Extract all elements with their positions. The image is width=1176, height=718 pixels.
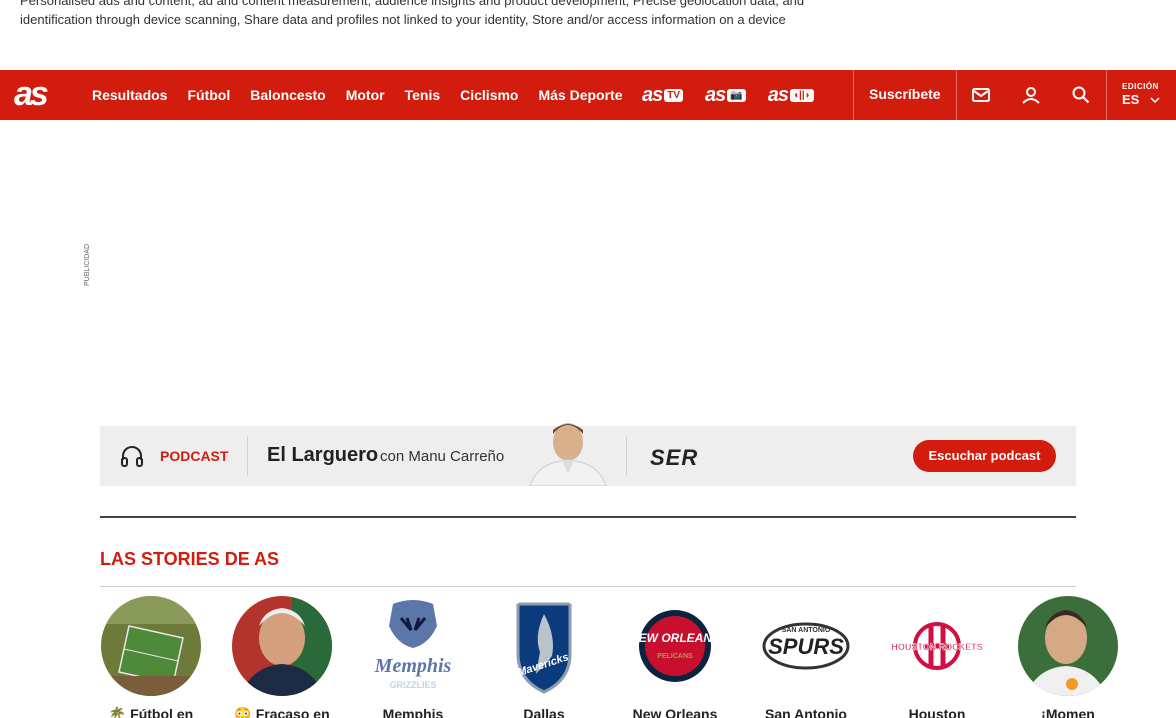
- story-label: ¡Momen: [1041, 706, 1095, 718]
- consent-text: Personalised ads and content, ad and con…: [20, 0, 805, 27]
- svg-text:NEW ORLEANS: NEW ORLEANS: [630, 631, 720, 645]
- nav-link-mas-deporte[interactable]: Más Deporte: [538, 87, 622, 103]
- host-photo: [520, 418, 612, 486]
- story-thumbnail: [1018, 596, 1118, 696]
- houston-logo-icon: HOUSTON ROCKETS: [887, 596, 987, 696]
- story-thumbnail: [101, 596, 201, 696]
- svg-text:HOUSTON ROCKETS: HOUSTON ROCKETS: [891, 642, 982, 652]
- svg-text:Memphis: Memphis: [374, 655, 452, 677]
- svg-text:as: as: [14, 79, 48, 111]
- consent-banner: Personalised ads and content, ad and con…: [0, 0, 1176, 70]
- story-thumbnail: [232, 596, 332, 696]
- chevron-down-icon: [1150, 97, 1160, 104]
- podcast-title: El Larguero: [267, 444, 379, 466]
- nav-link-baloncesto[interactable]: Baloncesto: [250, 87, 325, 103]
- nav-divider: [1106, 70, 1107, 120]
- listen-podcast-button[interactable]: Escuchar podcast: [913, 440, 1056, 472]
- nav-link-resultados[interactable]: Resultados: [92, 87, 167, 103]
- story-item[interactable]: NEW ORLEANS PELICANS New Orleans: [624, 596, 726, 718]
- nav-divider: [853, 70, 854, 120]
- svg-text:SAN ANTONIO: SAN ANTONIO: [782, 627, 831, 634]
- nav-link-tenis[interactable]: Tenis: [405, 87, 441, 103]
- audio-icon: ◖||◗: [789, 88, 814, 102]
- stories-title: LAS STORIES DE AS: [100, 549, 280, 569]
- as-photo-logo[interactable]: as 📷: [705, 84, 746, 107]
- user-icon[interactable]: [1019, 83, 1043, 107]
- mail-icon[interactable]: [969, 83, 993, 107]
- story-label: Dallas: [523, 706, 565, 718]
- story-label: 🌴 Fútbol en: [108, 706, 194, 718]
- memphis-logo-icon: Memphis GRIZZLIES: [363, 596, 463, 696]
- as-logo[interactable]: as: [14, 75, 64, 113]
- nav-links: Resultados Fútbol Baloncesto Motor Tenis…: [92, 70, 643, 120]
- story-item[interactable]: 🌴 Fútbol en: [100, 596, 202, 718]
- story-item[interactable]: SAN ANTONIO SPURS San Antonio: [755, 596, 857, 718]
- stories-carousel: 🌴 Fútbol en 😳 Fracaso en Memphis GRIZZLIE…: [100, 596, 1176, 718]
- podcast-host: con Manu Carreño: [380, 448, 505, 465]
- camera-icon: 📷: [727, 88, 746, 102]
- search-icon[interactable]: [1069, 83, 1093, 107]
- nav-link-ciclismo[interactable]: Ciclismo: [460, 87, 518, 103]
- story-item[interactable]: Mavericks Dallas: [493, 596, 595, 718]
- story-item[interactable]: Memphis GRIZZLIES Memphis: [362, 596, 464, 718]
- section-divider: [100, 586, 1076, 587]
- podcast-divider: [626, 436, 627, 476]
- story-label: San Antonio: [765, 706, 847, 718]
- nav-link-motor[interactable]: Motor: [346, 87, 385, 103]
- nav-link-futbol[interactable]: Fútbol: [187, 87, 230, 103]
- dallas-logo-icon: Mavericks: [494, 596, 594, 696]
- svg-text:SPURS: SPURS: [768, 634, 844, 659]
- podcast-banner[interactable]: PODCAST El Larguero con Manu Carreño SER…: [100, 423, 1076, 486]
- edition-selector[interactable]: EDICIÓN ES: [1122, 82, 1161, 107]
- story-label: Memphis: [382, 706, 444, 718]
- svg-text:GRIZZLIES: GRIZZLIES: [390, 680, 437, 690]
- podcast-divider: [247, 436, 248, 476]
- ad-label: PUBLICIDAD: [84, 244, 91, 287]
- story-label: Houston: [908, 706, 966, 718]
- ser-logo: SER: [650, 445, 699, 470]
- svg-text:PELICANS: PELICANS: [657, 653, 693, 660]
- main-nav: as Resultados Fútbol Baloncesto Motor Te…: [0, 70, 1176, 120]
- story-label: New Orleans: [632, 706, 718, 718]
- headphones-icon: [120, 444, 144, 468]
- brand-logos: as TV as 📷 as ◖||◗: [642, 70, 836, 120]
- podcast-tag: PODCAST: [160, 448, 229, 464]
- san-antonio-logo-icon: SAN ANTONIO SPURS: [756, 596, 856, 696]
- nav-divider: [956, 70, 957, 120]
- story-item[interactable]: ¡Momen: [1017, 596, 1119, 718]
- story-label: 😳 Fracaso en: [234, 706, 330, 718]
- story-item[interactable]: 😳 Fracaso en: [231, 596, 333, 718]
- section-divider: [100, 516, 1076, 518]
- as-audio-logo[interactable]: as ◖||◗: [768, 84, 814, 107]
- subscribe-link[interactable]: Suscríbete: [869, 86, 941, 102]
- new-orleans-logo-icon: NEW ORLEANS PELICANS: [625, 596, 725, 696]
- story-item[interactable]: HOUSTON ROCKETS Houston: [886, 596, 988, 718]
- as-tv-logo[interactable]: as TV: [642, 84, 684, 107]
